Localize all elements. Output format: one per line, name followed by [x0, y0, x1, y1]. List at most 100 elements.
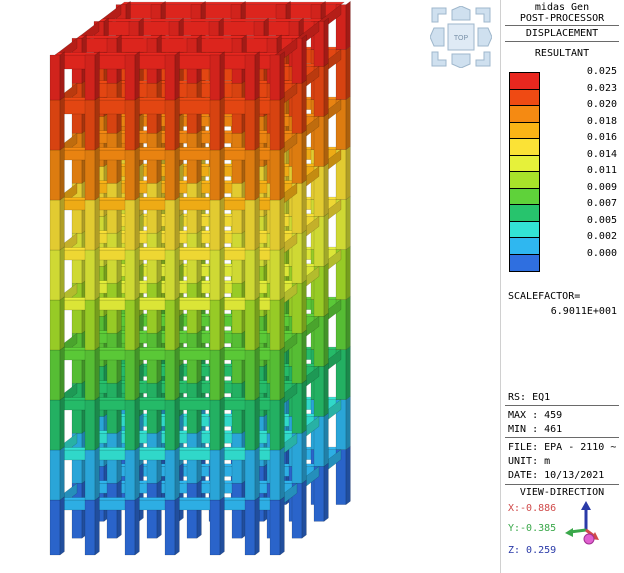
column: [124, 149, 136, 201]
column: [209, 54, 221, 101]
column: [49, 299, 61, 351]
legend-color-swatch: [509, 121, 540, 139]
column-side: [254, 146, 260, 201]
column-side: [345, 295, 351, 351]
legend-color-swatch: [509, 105, 540, 123]
column: [209, 349, 221, 401]
column-side: [254, 246, 260, 301]
column-side: [279, 446, 285, 501]
column: [186, 482, 198, 539]
column: [84, 199, 96, 251]
column-side: [219, 446, 225, 501]
divider: [505, 437, 619, 438]
column-side: [174, 446, 180, 501]
column-side: [59, 196, 65, 251]
column-side: [59, 246, 65, 301]
column-side: [279, 396, 285, 451]
column: [269, 149, 281, 201]
column-side: [254, 96, 260, 151]
legend-value: 0.018: [586, 115, 617, 127]
legend-value: 0.014: [586, 148, 617, 160]
column: [164, 54, 176, 101]
legend-value: 0.000: [586, 247, 617, 259]
mode-label: POST-PROCESSOR: [519, 13, 605, 24]
view-cube-arrow-e-icon: [477, 27, 493, 47]
column-side: [279, 246, 285, 301]
building-displacement-contour-model[interactable]: [0, 0, 500, 573]
column: [146, 482, 158, 539]
column: [244, 199, 256, 251]
column-side: [59, 496, 65, 556]
column-side: [345, 45, 351, 101]
column-side: [279, 296, 285, 351]
legend-color-swatch: [509, 171, 540, 189]
column-side: [301, 129, 307, 184]
column: [164, 199, 176, 251]
column-side: [279, 496, 285, 556]
column-side: [94, 346, 100, 401]
column: [209, 399, 221, 451]
column-side: [323, 362, 329, 417]
view-cube-label: TOP: [454, 35, 469, 42]
column: [84, 499, 96, 556]
column-side: [59, 96, 65, 151]
column-side: [345, 195, 351, 251]
column-side: [254, 446, 260, 501]
column-side: [174, 346, 180, 401]
view-direction-title: VIEW-DIRECTION: [519, 487, 605, 498]
column-side: [134, 51, 140, 101]
column: [164, 499, 176, 556]
column: [164, 349, 176, 401]
column-side: [174, 196, 180, 251]
column: [269, 499, 281, 556]
column-side: [254, 51, 260, 101]
column-side: [301, 279, 307, 334]
model-viewport[interactable]: TOP: [0, 0, 500, 573]
column-side: [134, 246, 140, 301]
column-side: [134, 96, 140, 151]
scale-factor-value: 6.9011E+001: [550, 306, 617, 317]
column-side: [134, 196, 140, 251]
column-side: [219, 246, 225, 301]
column-side: [134, 496, 140, 556]
column-side: [301, 479, 307, 539]
column: [164, 99, 176, 151]
view-cube[interactable]: TOP: [429, 5, 493, 69]
column-side: [174, 51, 180, 101]
column: [124, 349, 136, 401]
column-side: [59, 396, 65, 451]
view-cube-arrow-w-icon: [429, 27, 445, 47]
legend-value: 0.007: [586, 198, 617, 209]
column: [244, 149, 256, 201]
column-side: [94, 96, 100, 151]
column-side: [94, 446, 100, 501]
unit-label: UNIT: m: [508, 456, 551, 467]
column: [49, 99, 61, 151]
legend-value: 0.023: [586, 82, 617, 94]
file-name: FILE: EPA - 2110 ~: [508, 442, 617, 453]
column: [84, 249, 96, 301]
column: [49, 449, 61, 501]
column: [49, 199, 61, 251]
column: [209, 199, 221, 251]
column-side: [254, 396, 260, 451]
column: [244, 299, 256, 351]
column-side: [174, 496, 180, 556]
view-cube-arrow-nw-icon: [431, 7, 447, 23]
min-node: MIN : 461: [508, 424, 563, 435]
column: [209, 499, 221, 556]
legend-color-swatch: [509, 220, 540, 238]
column: [209, 299, 221, 351]
column: [84, 299, 96, 351]
column-side: [174, 96, 180, 151]
beam-top: [98, 18, 324, 22]
column-side: [323, 462, 329, 522]
result-type: DISPLACEMENT: [525, 28, 599, 39]
view-cube-arrow-se-icon: [475, 51, 491, 67]
column: [124, 199, 136, 251]
column: [49, 349, 61, 401]
column-side: [323, 162, 329, 217]
column-side: [254, 196, 260, 251]
column-side: [134, 346, 140, 401]
column-side: [279, 196, 285, 251]
